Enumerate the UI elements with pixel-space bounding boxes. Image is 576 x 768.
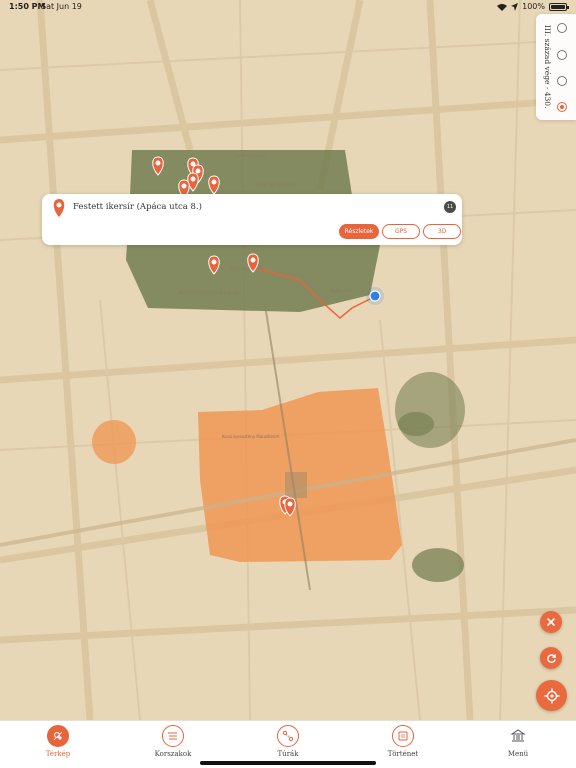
- home-indicator: [200, 761, 376, 765]
- map-icon: [47, 725, 69, 747]
- tab-map[interactable]: Térkép: [13, 724, 103, 764]
- tab-label: Túrák: [277, 750, 299, 758]
- map-label: Cella Septichora: [230, 266, 263, 271]
- map-canvas[interactable]: Székesegyház Római kori Sírkamra Mária-Ó…: [0, 0, 576, 720]
- map-label: Korai keresztény Mauzóleum: [222, 434, 279, 439]
- era-radio-1[interactable]: [557, 23, 567, 33]
- poi-title: Festett ikersír (Apáca utca 8.): [73, 202, 202, 212]
- close-icon: [547, 618, 555, 626]
- gps-button[interactable]: GPS: [382, 224, 420, 239]
- map-view[interactable]: Székesegyház Római kori Sírkamra Mária-Ó…: [0, 0, 576, 720]
- locate-button[interactable]: [536, 680, 567, 711]
- refresh-icon: [546, 653, 556, 663]
- historic-zone-green-small[interactable]: [395, 372, 465, 448]
- 3d-button[interactable]: 3D: [423, 224, 461, 239]
- pin-icon: [53, 199, 65, 217]
- book-icon: [392, 725, 414, 747]
- museum-icon: [507, 725, 529, 747]
- route-icon: [277, 725, 299, 747]
- battery-percent: 100%: [522, 2, 545, 11]
- tab-tours[interactable]: Túrák: [243, 724, 333, 764]
- user-location-icon: [366, 287, 384, 305]
- map-label: Apáca utca: [330, 288, 353, 293]
- battery-icon: [549, 2, 569, 11]
- map-label: Mária-Ó-Keresztény Sírkápolna: [178, 290, 240, 295]
- historic-zone-orange-small[interactable]: [92, 420, 136, 464]
- location-arrow-icon: [511, 2, 519, 11]
- tab-history[interactable]: Történet: [358, 724, 448, 764]
- era-radio-4-selected[interactable]: [557, 102, 567, 112]
- list-icon: [162, 725, 184, 747]
- details-button[interactable]: Részletek: [339, 224, 379, 239]
- map-label: Római kori Sírkamra: [255, 182, 296, 187]
- tab-label: Történet: [387, 750, 419, 758]
- tab-eras[interactable]: Korszakok: [128, 724, 218, 764]
- tab-label: Térkép: [45, 750, 71, 758]
- era-radio-3[interactable]: [557, 76, 567, 86]
- status-bar: 1:50 PM Sat Jun 19 100%: [0, 0, 576, 14]
- era-label: III. század vége - 430.: [543, 25, 552, 109]
- status-date: Sat Jun 19: [41, 2, 82, 11]
- era-selector: III. század vége - 430.: [536, 14, 576, 120]
- tab-label: Menü: [507, 750, 529, 758]
- status-right: 100%: [497, 2, 569, 11]
- crosshair-icon: [544, 688, 559, 703]
- tab-menu[interactable]: Menü: [473, 724, 563, 764]
- close-button[interactable]: [540, 611, 562, 633]
- map-label: Székesegyház: [237, 153, 265, 158]
- poi-info-card[interactable]: Festett ikersír (Apáca utca 8.) 11 Részl…: [42, 194, 462, 245]
- poi-badge: 11: [444, 201, 456, 213]
- refresh-button[interactable]: [540, 647, 562, 669]
- wifi-icon: [497, 3, 508, 11]
- tab-label: Korszakok: [154, 750, 192, 758]
- era-radio-2[interactable]: [557, 50, 567, 60]
- historic-zone-green-south[interactable]: [412, 548, 464, 582]
